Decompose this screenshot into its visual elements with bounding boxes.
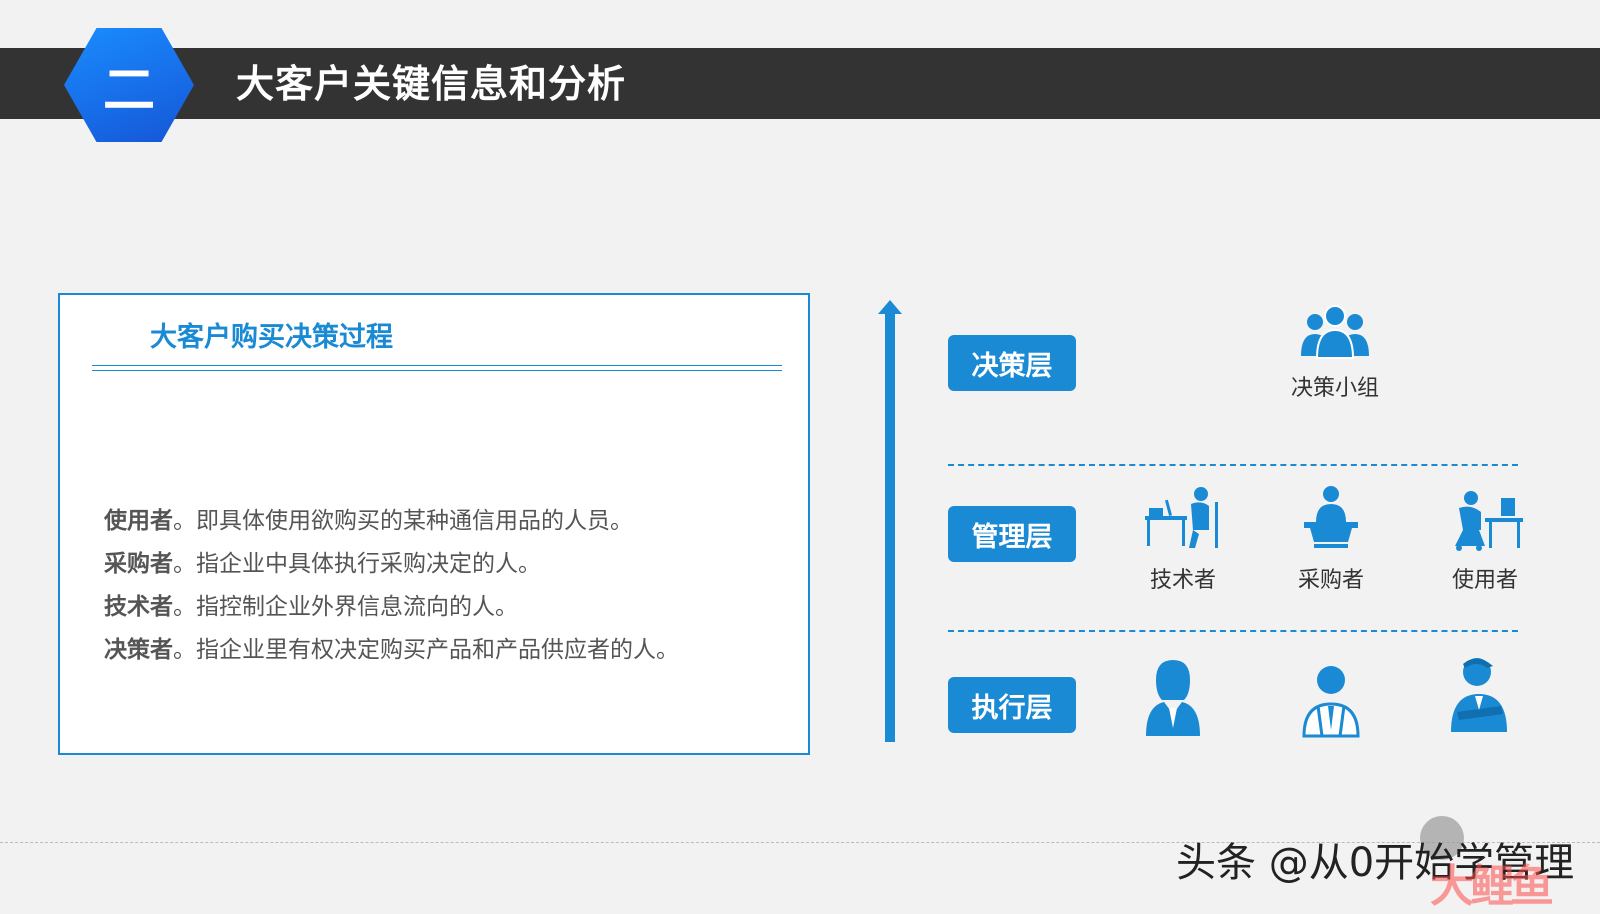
management-technician: 技术者 [1128, 486, 1238, 594]
management-user: 使用者 [1430, 490, 1540, 594]
definition-item: 技术者。指控制企业外界信息流向的人。 [104, 586, 794, 629]
buyer-label: 采购者 [1297, 568, 1364, 593]
user-at-computer-icon [1455, 491, 1523, 551]
level-decision: 决策层 [948, 335, 1076, 391]
male-staff-arms-crossed-icon [1451, 658, 1507, 732]
definition-item: 决策者。指企业里有权决定购买产品和产品供应者的人。 [104, 629, 794, 672]
page-title: 大客户关键信息和分析 [236, 62, 627, 106]
decision-process-card: 大客户购买决策过程 使用者。即具体使用欲购买的某种通信用品的人员。 采购者。指企… [58, 293, 810, 755]
male-staff-outline-icon [1302, 666, 1360, 738]
level-divider [948, 630, 1518, 632]
section-badge: 二 [64, 28, 194, 142]
definition-text: 。指企业中具体执行采购决定的人。 [173, 551, 541, 577]
definition-item: 使用者。即具体使用欲购买的某种通信用品的人员。 [104, 500, 794, 543]
watermark-logo-text: 大鲤鱼 [1430, 861, 1554, 912]
execution-female-staff [1118, 656, 1228, 736]
management-buyer: 采购者 [1276, 484, 1386, 594]
definition-text: 。指企业里有权决定购买产品和产品供应者的人。 [173, 637, 679, 663]
technician-at-desk-icon [1145, 487, 1218, 548]
card-title-underline [92, 365, 782, 371]
level-execution: 执行层 [948, 677, 1076, 733]
definition-term: 采购者 [104, 551, 173, 577]
definition-term: 决策者 [104, 637, 173, 663]
execution-male-staff [1276, 662, 1386, 738]
technician-label: 技术者 [1149, 568, 1216, 593]
group-icon [1301, 305, 1369, 359]
female-staff-icon [1146, 660, 1200, 736]
execution-manager [1424, 654, 1534, 734]
decision-group-label: 决策小组 [1290, 376, 1379, 401]
definition-text: 。指控制企业外界信息流向的人。 [173, 594, 518, 620]
definitions-list: 使用者。即具体使用欲购买的某种通信用品的人员。 采购者。指企业中具体执行采购决定… [104, 500, 794, 672]
decision-group: 决策小组 [1280, 302, 1390, 402]
definition-text: 。即具体使用欲购买的某种通信用品的人员。 [173, 508, 633, 534]
level-management: 管理层 [948, 506, 1076, 562]
definition-term: 技术者 [104, 594, 173, 620]
card-title: 大客户购买决策过程 [150, 322, 393, 353]
definition-term: 使用者 [104, 508, 173, 534]
user-label: 使用者 [1451, 568, 1518, 593]
definition-item: 采购者。指企业中具体执行采购决定的人。 [104, 543, 794, 586]
hierarchy-arrow [885, 310, 895, 742]
section-number: 二 [102, 60, 155, 121]
buyer-at-podium-icon [1304, 486, 1358, 548]
level-divider [948, 464, 1518, 466]
